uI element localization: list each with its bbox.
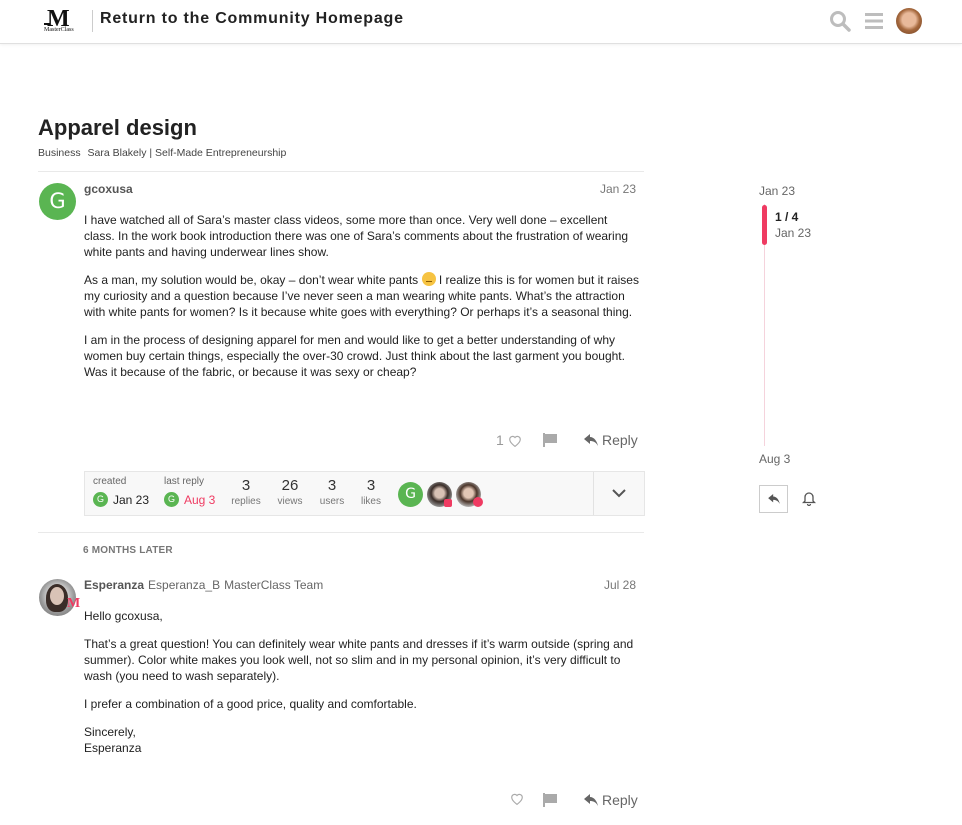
- post-actions: Reply: [480, 790, 640, 814]
- topic-map: created G Jan 23 last reply G Aug 3 3 repl…: [84, 471, 645, 516]
- topic-categories: Business Sara Blakely | Self-Made Entrep…: [38, 147, 290, 159]
- time-gap-label: 6 MONTHS LATER: [83, 545, 173, 556]
- reply-button[interactable]: Reply: [584, 792, 638, 808]
- like-count: 1: [496, 432, 504, 448]
- stat-label: views: [277, 496, 303, 507]
- masterclass-logo[interactable]: M MasterClass: [44, 6, 80, 36]
- post-date[interactable]: Jan 23: [560, 182, 636, 196]
- post-paragraph: I have watched all of Sara’s master clas…: [84, 213, 629, 259]
- post-paragraph: I am in the process of designing apparel…: [84, 333, 625, 379]
- flag-button[interactable]: [543, 433, 558, 447]
- post-paragraph: Hello gcoxusa,: [84, 609, 163, 623]
- stat-value: 3: [327, 477, 337, 494]
- reply-icon: [584, 434, 598, 446]
- header-divider: [92, 10, 93, 32]
- reply-icon: [584, 794, 598, 806]
- heart-icon: [511, 793, 523, 805]
- created-label: created: [93, 476, 127, 487]
- timeline-end-date[interactable]: Aug 3: [759, 452, 790, 466]
- user-title: MasterClass Team: [224, 578, 324, 592]
- created-avatar[interactable]: G: [93, 492, 108, 507]
- last-reply-avatar[interactable]: G: [164, 492, 179, 507]
- stat-label: likes: [360, 496, 381, 507]
- return-home-link[interactable]: Return to the Community Homepage: [100, 10, 404, 28]
- stat-value: 3: [241, 477, 251, 494]
- stat-label: users: [319, 496, 345, 507]
- reply-label: Reply: [602, 792, 638, 808]
- stat-views: 26 views: [274, 477, 306, 507]
- timeline-position-date: Jan 23: [775, 226, 812, 240]
- search-icon[interactable]: [828, 9, 852, 33]
- category-course[interactable]: Sara Blakely | Self-Made Entrepreneurshi…: [88, 147, 287, 159]
- timeline-position: 1 / 4: [775, 210, 799, 224]
- reply-icon: [767, 494, 780, 504]
- post-paragraph: I prefer a combination of a good price, …: [84, 697, 417, 711]
- flag-icon: [543, 433, 557, 447]
- timeline-reply-button[interactable]: [759, 485, 788, 513]
- divider: [38, 532, 644, 533]
- heart-badge-icon: [473, 497, 483, 507]
- post-paragraph: As a man, my solution would be, okay – d…: [84, 272, 640, 320]
- topic-title[interactable]: Apparel design: [38, 115, 197, 141]
- avatar-gcoxusa[interactable]: G: [39, 183, 76, 220]
- flair-badge-icon: [444, 499, 452, 507]
- stat-label: replies: [231, 496, 261, 507]
- avatar-face: [50, 587, 64, 605]
- post-username[interactable]: gcoxusa: [84, 182, 133, 196]
- category-business[interactable]: Business: [38, 147, 81, 159]
- stat-replies: 3 replies: [230, 477, 262, 507]
- post-actions: 1 Reply: [480, 430, 640, 454]
- stat-likes: 3 likes: [355, 477, 387, 507]
- last-reply-info: last reply G Aug 3: [164, 476, 215, 507]
- post-body: Hello gcoxusa, That’s a great question! …: [84, 608, 640, 768]
- display-name[interactable]: Esperanza: [84, 578, 144, 592]
- post-body: I have watched all of Sara’s master clas…: [84, 212, 640, 392]
- heart-icon: [508, 435, 521, 447]
- hamburger-menu-icon[interactable]: [862, 9, 886, 33]
- created-info: created G Jan 23: [93, 476, 149, 507]
- expand-topic-map-button[interactable]: [594, 472, 644, 515]
- current-user-avatar[interactable]: [896, 8, 922, 34]
- slightly-smiling-face-icon: [421, 272, 436, 286]
- participant-avatar[interactable]: G: [398, 482, 423, 507]
- chevron-down-icon: [612, 489, 626, 498]
- reply-label: Reply: [602, 432, 638, 448]
- flag-icon: [543, 793, 557, 807]
- post-username[interactable]: Esperanza Esperanza_B MasterClass Team: [84, 578, 323, 592]
- masterclass-flair-icon: M: [67, 596, 81, 611]
- divider: [38, 171, 644, 172]
- timeline-start-date[interactable]: Jan 23: [759, 184, 795, 198]
- notifications-bell-icon[interactable]: [801, 490, 817, 507]
- post-paragraph: Esperanza: [84, 741, 142, 755]
- stat-value: 26: [281, 477, 299, 494]
- post-paragraph: Sincerely,: [84, 725, 136, 739]
- stat-value: 3: [366, 477, 376, 494]
- post-date[interactable]: Jul 28: [560, 578, 636, 592]
- reply-button[interactable]: Reply: [584, 432, 638, 448]
- post-text: As a man, my solution would be, okay – d…: [84, 273, 419, 287]
- last-reply-date[interactable]: Aug 3: [184, 493, 215, 507]
- flag-button[interactable]: [543, 793, 558, 807]
- user-handle[interactable]: Esperanza_B: [148, 578, 220, 592]
- like-button[interactable]: [510, 792, 524, 805]
- last-reply-label: last reply: [164, 476, 205, 487]
- created-date[interactable]: Jan 23: [113, 493, 149, 507]
- post-paragraph: That’s a great question! You can definit…: [84, 637, 634, 683]
- stat-users: 3 users: [316, 477, 348, 507]
- like-button[interactable]: 1: [496, 432, 522, 448]
- site-header: M MasterClass Return to the Community Ho…: [0, 0, 962, 44]
- logo-wordmark: MasterClass: [44, 27, 74, 33]
- timeline-scroll-handle[interactable]: [762, 205, 767, 245]
